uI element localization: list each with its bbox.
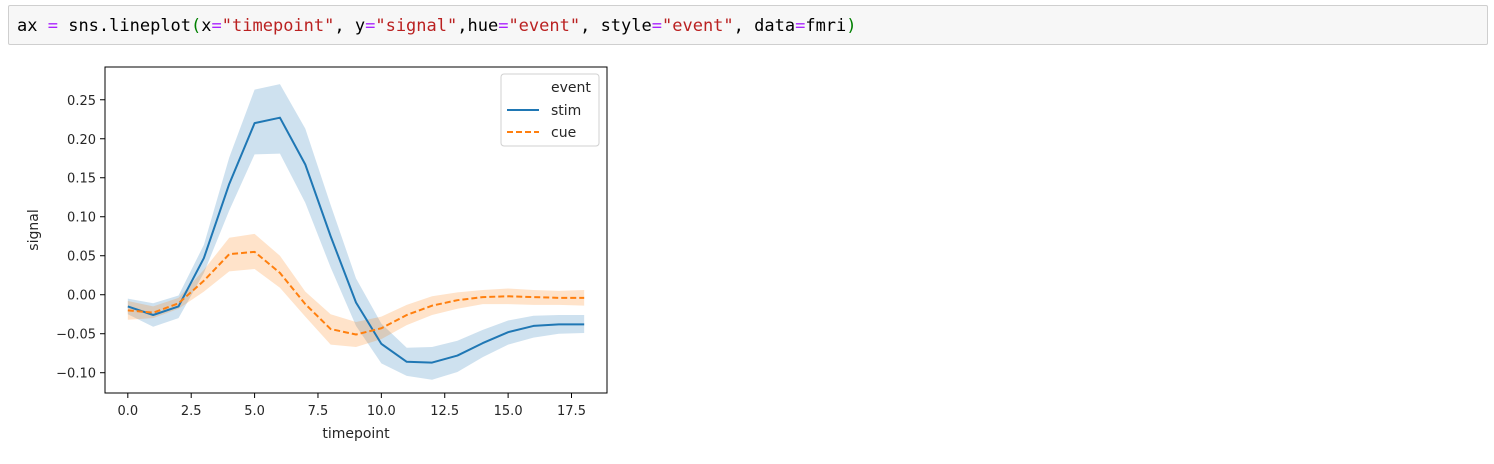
code-token: =	[365, 16, 376, 36]
legend-label-stim: stim	[551, 103, 581, 119]
y-tick-label: 0.05	[67, 250, 96, 265]
code-token: ,hue	[457, 16, 499, 36]
y-tick-label: 0.15	[67, 172, 96, 187]
code-line: ax = sns.lineplot(x="timepoint", y="sign…	[17, 16, 857, 36]
code-token: (	[191, 16, 202, 36]
legend: event stim cue	[500, 73, 600, 147]
code-token: , style	[580, 16, 652, 36]
y-tick-label: 0.10	[67, 211, 96, 226]
x-tick-label: 15.0	[494, 404, 523, 419]
y-tick-label: −0.10	[56, 367, 96, 382]
code-token: , y	[334, 16, 366, 36]
legend-title: event	[551, 80, 591, 96]
code-token: =	[498, 16, 509, 36]
code-token: "event"	[662, 16, 734, 36]
x-tick-label: 17.5	[557, 404, 586, 419]
y-tick-label: −0.05	[56, 328, 96, 343]
legend-label-cue: cue	[551, 125, 576, 141]
line-chart: 0.0 2.5 5.0 7.5 10.0 12.5 15.0 17.5 −0.10 −0.05 0…	[26, 66, 608, 442]
code-token: =	[47, 16, 58, 36]
plot-output: 0.0 2.5 5.0 7.5 10.0 12.5 15.0 17.5 −0.10 −0.05 0…	[20, 58, 620, 462]
x-tick-label: 5.0	[244, 404, 265, 419]
code-token: =	[211, 16, 222, 36]
code-token: ax	[17, 16, 48, 36]
code-token: )	[846, 16, 857, 36]
code-token: , data	[733, 16, 796, 36]
x-tick-label: 0.0	[117, 404, 138, 419]
code-token: "signal"	[375, 16, 458, 36]
y-tick-label: 0.25	[67, 94, 96, 109]
code-token: =	[651, 16, 662, 36]
code-token: "event"	[508, 16, 581, 36]
y-tick-label: 0.20	[67, 133, 96, 148]
code-token: sns.lineplot	[57, 16, 192, 36]
code-token: x	[201, 16, 212, 36]
x-tick-label: 10.0	[367, 404, 396, 419]
code-cell[interactable]: ax = sns.lineplot(x="timepoint", y="sign…	[8, 5, 1488, 45]
y-axis-label: signal	[26, 209, 42, 250]
x-axis-ticks: 0.0 2.5 5.0 7.5 10.0 12.5 15.0 17.5	[117, 393, 586, 419]
x-axis-label: timepoint	[322, 426, 390, 442]
code-token: fmri	[805, 16, 847, 36]
x-tick-label: 12.5	[430, 404, 459, 419]
code-token: =	[795, 16, 806, 36]
y-tick-label: 0.00	[67, 289, 96, 304]
x-tick-label: 2.5	[181, 404, 202, 419]
code-token: "timepoint"	[221, 16, 335, 36]
y-axis-ticks: −0.10 −0.05 0.00 0.05 0.10 0.15 0.20 0.25	[56, 94, 105, 382]
x-tick-label: 7.5	[308, 404, 329, 419]
